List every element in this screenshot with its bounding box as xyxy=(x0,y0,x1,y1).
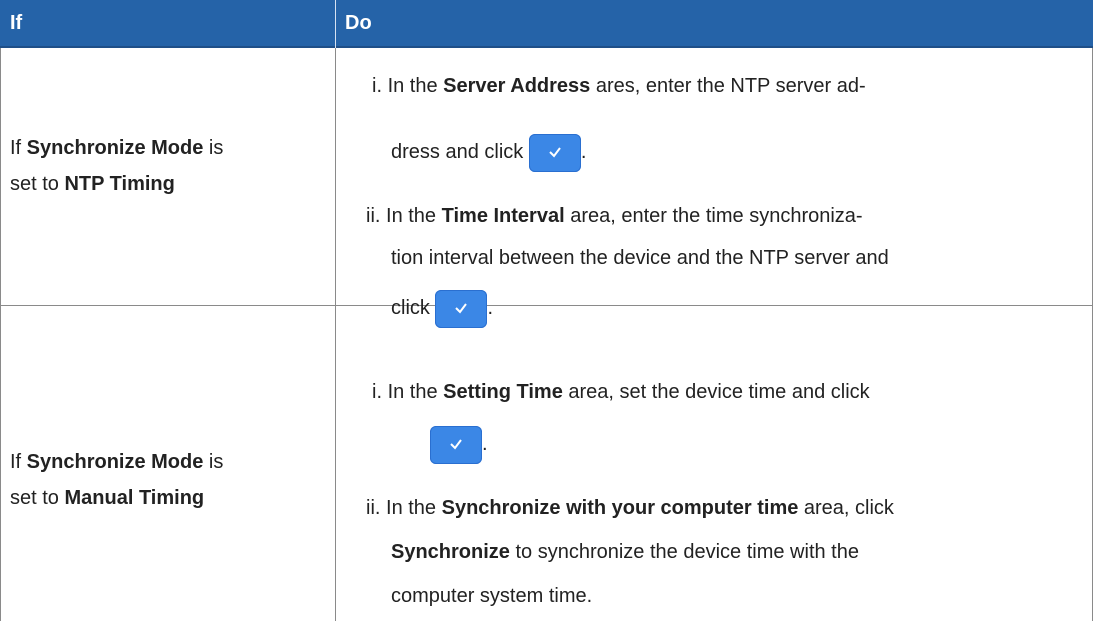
step-bold: Setting Time xyxy=(443,381,563,403)
if-text: set to xyxy=(10,173,65,195)
step-line: computer system time. xyxy=(391,578,592,614)
checkmark-icon xyxy=(549,147,561,158)
header-if: If xyxy=(10,12,23,34)
if-cell: If Synchronize Mode is set to NTP Timing xyxy=(10,130,320,202)
step-line: . xyxy=(430,424,488,464)
confirm-button[interactable] xyxy=(430,426,482,464)
if-text: is xyxy=(203,137,224,159)
step-text: tion interval between the device and the… xyxy=(391,247,889,269)
if-text: set to xyxy=(10,487,65,509)
if-mode-label: Synchronize Mode xyxy=(26,137,204,159)
step-marker: i. xyxy=(372,381,382,403)
step-text: to synchronize the device time with the xyxy=(509,541,859,563)
step-text: area, set the device time and click xyxy=(562,381,870,403)
step-text: computer system time. xyxy=(391,585,593,607)
step-text: In the xyxy=(386,205,442,227)
step-marker: ii. xyxy=(366,205,381,227)
step-text: . xyxy=(580,141,587,163)
step-line: i. In the Setting Time area, set the dev… xyxy=(372,374,870,410)
step-text: In the xyxy=(386,497,442,519)
step-marker: i. xyxy=(372,75,382,97)
step-bold: Synchronize xyxy=(391,541,510,563)
if-mode-label: Synchronize Mode xyxy=(26,451,204,473)
step-text: In the xyxy=(387,75,444,97)
if-mode-value: Manual Timing xyxy=(64,487,205,509)
step-bold: Synchronize with your computer time xyxy=(441,497,799,519)
if-mode-value: NTP Timing xyxy=(64,173,175,195)
step-marker: ii. xyxy=(366,497,381,519)
if-text: If xyxy=(10,137,27,159)
checkmark-icon xyxy=(450,439,462,450)
step-bold: Server Address xyxy=(443,75,591,97)
step-text: In the xyxy=(387,381,444,403)
step-line: tion interval between the device and the… xyxy=(391,240,889,276)
step-line: ii. In the Synchronize with your compute… xyxy=(366,490,894,526)
step-line: Synchronize to synchronize the device ti… xyxy=(391,534,859,570)
if-text: If xyxy=(10,451,27,473)
step-text: ares, enter the NTP server ad- xyxy=(590,75,866,97)
step-line: ii. In the Time Interval area, enter the… xyxy=(366,198,863,234)
if-cell: If Synchronize Mode is set to Manual Tim… xyxy=(10,444,320,516)
step-text: . xyxy=(482,433,488,455)
step-text: area, enter the time synchroniza- xyxy=(564,205,863,227)
step-text: area, click xyxy=(798,497,894,519)
if-text: is xyxy=(203,451,224,473)
if-do-table: If Do If Synchronize Mode is set to NTP … xyxy=(0,0,1093,621)
step-text: dress and click xyxy=(391,141,529,163)
table-header: If Do xyxy=(0,0,1093,48)
step-line: i. In the Server Address ares, enter the… xyxy=(372,68,866,104)
confirm-button[interactable] xyxy=(528,134,581,172)
step-bold: Time Interval xyxy=(441,205,565,227)
step-line: dress and click . xyxy=(391,132,586,172)
table-row-manual: If Synchronize Mode is set to Manual Tim… xyxy=(0,306,1093,621)
header-do: Do xyxy=(335,0,1093,48)
